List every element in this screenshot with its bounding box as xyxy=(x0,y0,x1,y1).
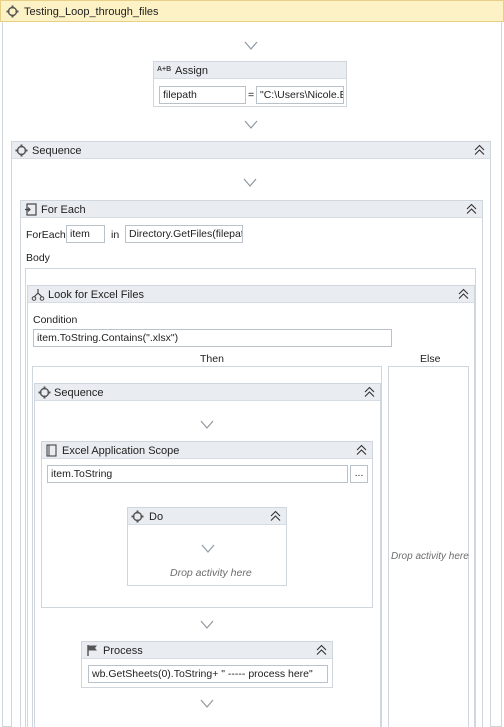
do-header: Do xyxy=(128,508,286,525)
process-title: Process xyxy=(103,645,143,657)
else-branch[interactable]: Drop activity here xyxy=(388,366,469,727)
flow-arrow-icon xyxy=(244,120,258,129)
if-condition-field[interactable]: item.ToString.Contains(".xlsx") xyxy=(33,329,392,347)
sequence-outer-title: Sequence xyxy=(32,145,82,157)
foreach-in-label: in xyxy=(111,229,120,241)
assign-value-field[interactable]: "C:\Users\Nicole.Ec xyxy=(256,86,344,104)
assign-to-field[interactable]: filepath xyxy=(159,86,246,104)
workflow-header[interactable]: Testing_Loop_through_files xyxy=(0,0,504,22)
foreach-item-field[interactable]: item xyxy=(66,225,105,243)
assign-activity[interactable]: A+B Assign filepath = "C:\Users\Nicole.E… xyxy=(153,61,347,107)
flow-arrow-icon xyxy=(243,178,257,187)
collapse-icon[interactable] xyxy=(356,444,367,456)
if-header: Look for Excel Files xyxy=(28,286,474,303)
sequence-icon xyxy=(131,510,144,523)
sequence-icon xyxy=(6,5,19,18)
assign-icon: A+B xyxy=(157,66,172,73)
if-else-label: Else xyxy=(420,353,441,365)
foreach-title: For Each xyxy=(41,204,86,216)
foreach-header: For Each xyxy=(21,201,482,218)
flow-arrow-icon xyxy=(244,41,258,50)
process-activity[interactable]: Process wb.GetSheets(0).ToString+ " ----… xyxy=(81,641,333,688)
assign-title: Assign xyxy=(175,65,209,77)
if-then-label: Then xyxy=(200,353,224,365)
assign-equals-label: = xyxy=(248,89,255,101)
do-drop-hint: Drop activity here xyxy=(170,567,252,579)
sequence-icon xyxy=(38,386,51,399)
collapse-icon[interactable] xyxy=(458,288,469,300)
do-title: Do xyxy=(149,511,164,523)
browse-button[interactable]: ... xyxy=(350,465,368,483)
assign-header: A+B Assign xyxy=(154,62,346,79)
excel-scope-title: Excel Application Scope xyxy=(62,445,180,457)
foreach-body-label: Body xyxy=(26,252,50,264)
collapse-icon[interactable] xyxy=(364,386,375,398)
do-activity[interactable]: Do Drop activity here xyxy=(127,507,287,586)
sequence-icon xyxy=(15,144,28,157)
foreach-values-field[interactable]: Directory.GetFiles(filepath) xyxy=(125,225,243,243)
excel-path-field[interactable]: item.ToString xyxy=(47,465,348,483)
collapse-icon[interactable] xyxy=(316,644,327,656)
foreach-label: ForEach xyxy=(26,229,66,241)
sequence-outer-header: Sequence xyxy=(12,142,490,159)
flag-icon xyxy=(87,645,97,656)
excel-icon xyxy=(46,444,57,457)
foreach-icon xyxy=(25,203,37,216)
else-drop-hint: Drop activity here xyxy=(391,551,469,562)
collapse-icon[interactable] xyxy=(466,203,477,215)
flow-arrow-icon xyxy=(200,420,214,429)
flow-arrow-icon xyxy=(200,699,214,708)
flow-arrow-icon xyxy=(201,544,215,553)
flow-arrow-icon xyxy=(200,620,214,629)
if-icon xyxy=(31,289,45,301)
process-header: Process xyxy=(82,642,332,659)
collapse-icon[interactable] xyxy=(474,144,485,156)
process-text-field[interactable]: wb.GetSheets(0).ToString+ " ----- proces… xyxy=(88,665,328,683)
workflow-title: Testing_Loop_through_files xyxy=(24,6,159,18)
excel-scope-header: Excel Application Scope xyxy=(42,442,372,459)
if-title: Look for Excel Files xyxy=(48,289,144,301)
sequence-inner-header: Sequence xyxy=(35,384,380,401)
if-condition-label: Condition xyxy=(33,314,78,326)
sequence-inner-title: Sequence xyxy=(54,387,104,399)
collapse-icon[interactable] xyxy=(270,510,281,522)
